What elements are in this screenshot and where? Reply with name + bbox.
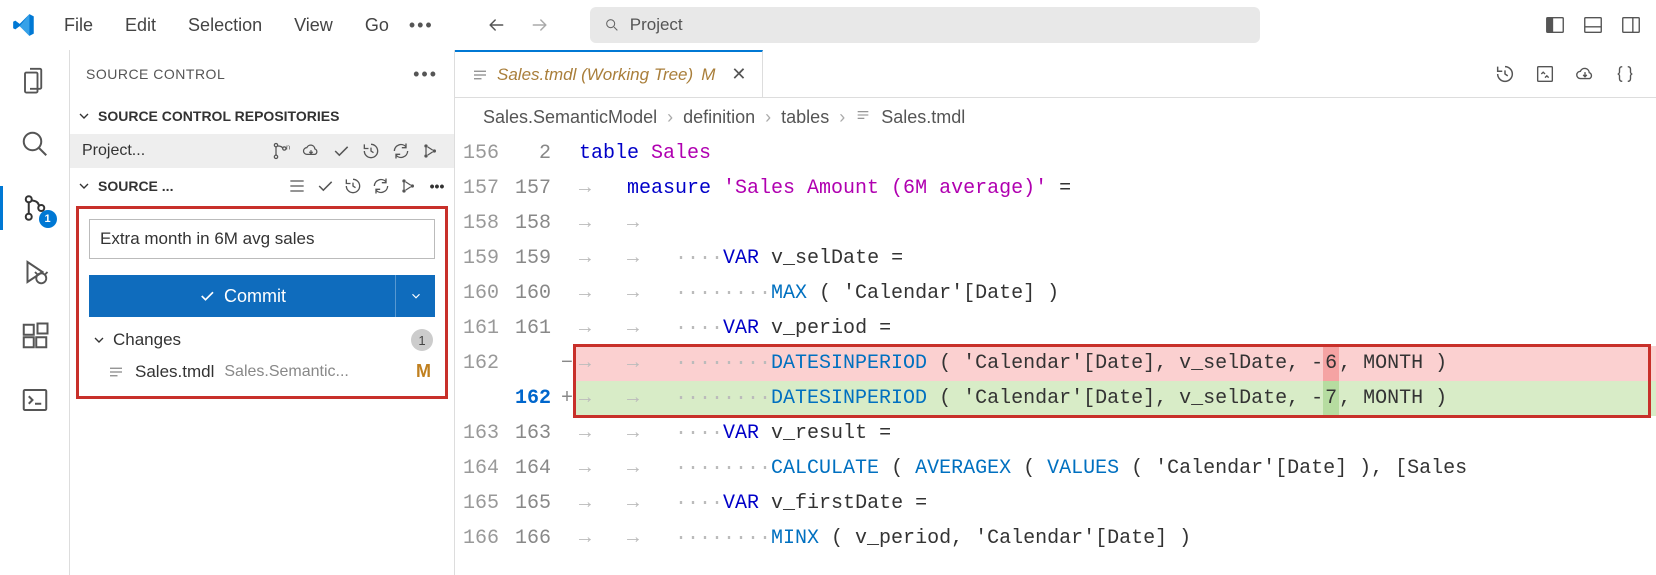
search-activity-icon[interactable] <box>17 126 53 162</box>
diff-removed-icon: − <box>559 346 575 381</box>
search-icon <box>604 17 620 33</box>
scm-source-section[interactable]: SOURCE ... ••• <box>70 168 454 204</box>
source-control-activity-icon[interactable]: 1 <box>17 190 53 226</box>
source-control-panel: SOURCE CONTROL ••• SOURCE CONTROL REPOSI… <box>70 50 455 575</box>
changes-group[interactable]: Changes 1 <box>89 317 435 355</box>
history-icon[interactable] <box>360 140 382 162</box>
repo-item[interactable]: Project... n <box>70 134 454 168</box>
file-status-modified: M <box>416 361 431 382</box>
more-icon[interactable]: ••• <box>426 175 448 197</box>
cloud-sync-icon[interactable] <box>300 140 322 162</box>
highlighted-commit-area: Commit Changes 1 Sales.tmdl Sales.Semant… <box>76 206 448 399</box>
panel-more-icon[interactable]: ••• <box>413 64 438 85</box>
nav-back-icon[interactable] <box>486 15 506 35</box>
cloud-icon[interactable] <box>1574 63 1596 85</box>
title-bar: File Edit Selection View Go ••• Project <box>0 0 1656 50</box>
chevron-right-icon: › <box>839 107 845 128</box>
changed-file-row[interactable]: Sales.tmdl Sales.Semantic... M <box>89 355 435 388</box>
commit-button-dropdown[interactable] <box>395 275 435 317</box>
run-debug-activity-icon[interactable] <box>17 254 53 290</box>
nav-forward-icon[interactable] <box>530 15 550 35</box>
explorer-activity-icon[interactable] <box>17 62 53 98</box>
activity-bar: 1 <box>0 50 70 575</box>
chevron-down-icon <box>91 332 107 348</box>
chevron-down-icon <box>76 108 92 124</box>
command-center[interactable]: Project <box>590 7 1260 43</box>
terminal-activity-icon[interactable] <box>17 382 53 418</box>
menu-edit[interactable]: Edit <box>125 15 156 36</box>
menu-selection[interactable]: Selection <box>188 15 262 36</box>
chevron-right-icon: › <box>765 107 771 128</box>
braces-icon[interactable] <box>1614 63 1636 85</box>
editor-tab[interactable]: Sales.tmdl (Working Tree) M ✕ <box>455 50 763 97</box>
tree-view-icon[interactable] <box>286 175 308 197</box>
file-icon <box>855 107 871 128</box>
svg-text:n: n <box>286 142 290 151</box>
file-icon <box>471 66 489 84</box>
panel-title: SOURCE CONTROL <box>86 66 225 82</box>
branch-icon[interactable]: n <box>270 140 292 162</box>
breadcrumb-seg[interactable]: Sales.tmdl <box>881 107 965 128</box>
commit-button[interactable]: Commit <box>89 275 395 317</box>
editor-area: Sales.tmdl (Working Tree) M ✕ Sales.Sema… <box>455 50 1656 575</box>
refresh-icon[interactable] <box>370 175 392 197</box>
changes-count-badge: 1 <box>411 329 433 351</box>
breadcrumb[interactable]: Sales.SemanticModel › definition › table… <box>455 98 1656 136</box>
diff-added-icon: + <box>559 381 575 416</box>
chevron-down-icon <box>76 178 92 194</box>
changed-file-name: Sales.tmdl <box>135 362 214 382</box>
main-menu: File Edit Selection View Go <box>56 15 389 36</box>
line-no-old: 156 <box>455 136 507 171</box>
layout-controls <box>1544 14 1648 36</box>
tab-status: M <box>701 65 715 85</box>
nav-arrows <box>486 15 550 35</box>
command-center-text: Project <box>630 15 683 35</box>
extensions-activity-icon[interactable] <box>17 318 53 354</box>
scm-badge: 1 <box>39 210 57 228</box>
breadcrumb-seg[interactable]: Sales.SemanticModel <box>483 107 657 128</box>
refresh-icon[interactable] <box>390 140 412 162</box>
check-icon[interactable] <box>314 175 336 197</box>
check-icon[interactable] <box>330 140 352 162</box>
diff-editor[interactable]: 156 157 158 159 160 161 162 163 164 165 … <box>455 136 1656 556</box>
changed-file-path: Sales.Semantic... <box>224 363 349 381</box>
history-icon[interactable] <box>342 175 364 197</box>
scm-source-label: SOURCE ... <box>98 178 173 194</box>
breadcrumb-seg[interactable]: definition <box>683 107 755 128</box>
code-content[interactable]: table Sales → measure 'Sales Amount (6M … <box>575 136 1656 556</box>
breadcrumb-seg[interactable]: tables <box>781 107 829 128</box>
menu-file[interactable]: File <box>64 15 93 36</box>
changes-label: Changes <box>113 330 181 350</box>
tab-close-icon[interactable]: ✕ <box>731 64 746 85</box>
toggle-panel-icon[interactable] <box>1582 14 1604 36</box>
tab-filename: Sales.tmdl (Working Tree) <box>497 65 693 85</box>
menu-overflow-icon[interactable]: ••• <box>409 15 434 36</box>
commit-button-label: Commit <box>224 286 286 307</box>
vscode-logo-icon <box>8 9 40 41</box>
menu-view[interactable]: View <box>294 15 333 36</box>
line-no-new: 2 <box>507 136 559 171</box>
chevron-right-icon: › <box>667 107 673 128</box>
commit-message-input[interactable] <box>89 219 435 259</box>
menu-go[interactable]: Go <box>365 15 389 36</box>
file-icon <box>107 363 125 381</box>
scm-repos-label: SOURCE CONTROL REPOSITORIES <box>98 108 339 124</box>
toggle-primary-sidebar-icon[interactable] <box>1544 14 1566 36</box>
timeline-icon[interactable] <box>1494 63 1516 85</box>
repo-name: Project... <box>82 142 145 160</box>
scm-repos-section[interactable]: SOURCE CONTROL REPOSITORIES <box>70 98 454 134</box>
graph-icon[interactable] <box>398 175 420 197</box>
graph-icon[interactable] <box>420 140 442 162</box>
open-changes-icon[interactable] <box>1534 63 1556 85</box>
toggle-secondary-sidebar-icon[interactable] <box>1620 14 1642 36</box>
